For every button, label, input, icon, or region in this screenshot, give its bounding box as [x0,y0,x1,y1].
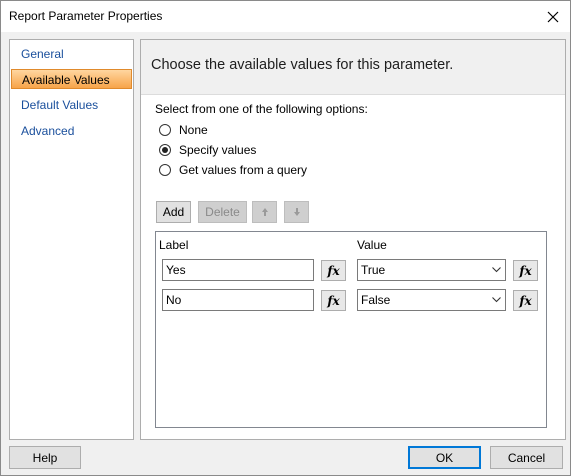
arrow-down-icon [293,208,300,216]
label-expression-button[interactable]: fx [321,260,346,281]
radio-specify-values[interactable]: Specify values [159,143,256,157]
add-button[interactable]: Add [156,201,191,223]
radio-label: Get values from a query [179,163,308,177]
function-icon: fx [519,263,532,278]
chevron-down-icon [490,260,502,280]
arrow-up-icon [261,208,268,216]
help-button[interactable]: Help [9,446,81,469]
move-down-button[interactable] [284,201,309,223]
move-up-button[interactable] [252,201,277,223]
close-button[interactable] [536,1,570,32]
value-select-text: True [361,263,386,277]
function-icon: fx [327,263,340,278]
page-title: Choose the available values for this par… [151,57,454,73]
value-select-text: False [361,293,391,307]
dialog-window: Report Parameter Properties General Avai… [0,0,571,476]
ok-button[interactable]: OK [408,446,481,469]
column-header-label: Label [159,238,189,252]
close-icon [547,11,559,22]
options-label: Select from one of the following options… [155,102,368,116]
content-pane: Choose the available values for this par… [140,39,566,440]
title-bar: Report Parameter Properties [1,1,570,32]
function-icon: fx [327,293,340,308]
radio-none[interactable]: None [159,123,208,137]
nav-item-available-values[interactable]: Available Values [11,69,132,89]
label-input[interactable]: No [162,289,314,311]
value-expression-button[interactable]: fx [513,290,538,311]
function-icon: fx [519,293,532,308]
radio-button[interactable] [159,164,171,176]
nav-item-default-values[interactable]: Default Values [11,95,132,115]
radio-get-values-from-query[interactable]: Get values from a query [159,163,307,177]
radio-button[interactable] [159,124,171,136]
value-expression-button[interactable]: fx [513,260,538,281]
navigation-pane: General Available Values Default Values … [9,39,134,440]
nav-item-general[interactable]: General [11,44,132,64]
delete-button[interactable]: Delete [198,201,247,223]
chevron-down-icon [490,290,502,310]
label-input[interactable]: Yes [162,259,314,281]
label-expression-button[interactable]: fx [321,290,346,311]
content-header: Choose the available values for this par… [141,40,565,95]
nav-item-advanced[interactable]: Advanced [11,121,132,141]
cancel-button[interactable]: Cancel [490,446,563,469]
radio-label: None [179,123,208,137]
value-select[interactable]: True [357,259,506,281]
values-grid: Label Value Yes fx True fx No fx False f… [155,231,547,428]
window-title: Report Parameter Properties [9,9,163,23]
column-header-value: Value [357,238,387,252]
radio-button-checked[interactable] [159,144,171,156]
value-select[interactable]: False [357,289,506,311]
radio-label: Specify values [179,143,257,157]
